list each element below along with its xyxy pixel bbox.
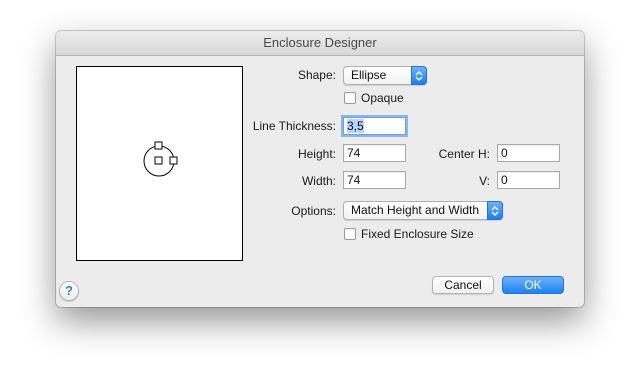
line-thickness-value: 3,5 (347, 119, 364, 133)
enclosure-designer-dialog: Enclosure Designer Shape: Ellipse Opaque… (56, 31, 584, 307)
shape-select-value: Ellipse (351, 68, 387, 82)
options-select-value: Match Height and Width (351, 203, 480, 217)
options-select-stepper[interactable] (487, 201, 503, 220)
right-resize-handle (169, 156, 178, 165)
options-select[interactable]: Match Height and Width (343, 201, 503, 220)
line-thickness-label: Line Thickness: (252, 119, 336, 133)
top-resize-handle (154, 141, 163, 150)
enclosure-preview-drawing (143, 141, 178, 177)
center-v-field[interactable] (497, 171, 560, 189)
opaque-label: Opaque (361, 91, 404, 105)
shape-label: Shape: (297, 68, 336, 82)
updown-arrows-icon (415, 71, 423, 81)
center-h-label: Center H: (438, 147, 490, 161)
cancel-button[interactable]: Cancel (432, 276, 494, 294)
help-button[interactable]: ? (59, 281, 79, 301)
options-label: Options: (291, 204, 336, 218)
updown-arrows-icon (491, 206, 499, 216)
width-field[interactable] (343, 171, 406, 189)
shape-select-stepper[interactable] (411, 66, 427, 85)
ok-button[interactable]: OK (502, 276, 564, 294)
fixed-enclosure-size-label: Fixed Enclosure Size (361, 227, 474, 241)
opaque-checkbox[interactable] (344, 92, 356, 104)
window-title: Enclosure Designer (56, 31, 584, 56)
height-field[interactable] (343, 144, 406, 162)
line-thickness-field[interactable]: 3,5 (343, 117, 406, 135)
height-label: Height: (297, 147, 336, 161)
shape-select[interactable]: Ellipse (343, 66, 427, 85)
center-v-label: V: (479, 174, 490, 188)
center-handle (154, 156, 163, 165)
enclosure-preview-canvas[interactable] (76, 66, 243, 261)
width-label: Width: (301, 174, 336, 188)
center-h-field[interactable] (497, 144, 560, 162)
fixed-enclosure-size-checkbox[interactable] (344, 228, 356, 240)
